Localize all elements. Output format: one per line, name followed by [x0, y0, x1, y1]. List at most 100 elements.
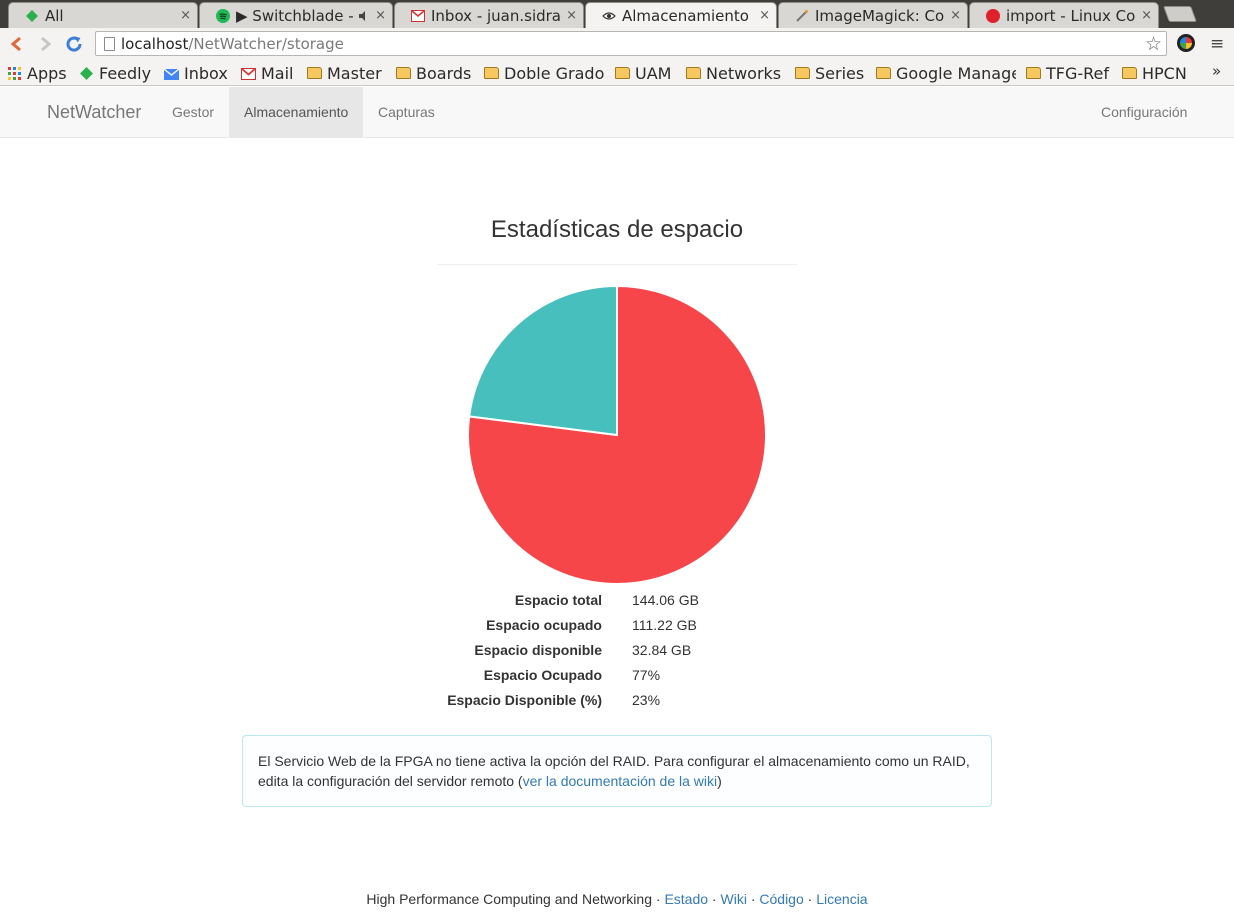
browser-tab-inbox[interactable]: Inbox - juan.sidrac × [394, 2, 584, 28]
pie-slice-espacio-disponible [468, 284, 618, 437]
nav-link-capturas[interactable]: Capturas [363, 87, 450, 137]
browser-tab-strip: All × ▶ Switchblade - × Inbox - juan.sid… [0, 0, 1234, 28]
close-icon[interactable]: × [566, 8, 577, 23]
browser-tab-spotify[interactable]: ▶ Switchblade - × [199, 2, 393, 28]
bookmark-star-icon[interactable]: ☆ [1145, 33, 1162, 56]
bookmark-mail[interactable]: Mail [241, 62, 294, 84]
bookmark-folder-master[interactable]: Master [307, 62, 382, 84]
stat-value: 111.22 GB [632, 617, 697, 633]
brand-link[interactable]: NetWatcher [47, 102, 141, 123]
feedly-icon [25, 9, 39, 23]
browser-tab-feedly[interactable]: All × [8, 2, 198, 28]
folder-icon [876, 67, 891, 79]
stat-row-ocupado-percent: Espacio Ocupado 77% [420, 663, 820, 688]
inbox-icon [164, 67, 179, 80]
bookmark-folder-tfg-ref[interactable]: TFG-Ref [1026, 62, 1109, 84]
browser-tab-imagemagick[interactable]: ImageMagick: Co × [778, 2, 968, 28]
bookmarks-overflow-button[interactable]: » [1212, 62, 1221, 80]
wand-icon [795, 9, 809, 23]
stat-value: 77% [632, 667, 661, 683]
footer: High Performance Computing and Networkin… [0, 891, 1234, 907]
stat-value: 23% [632, 692, 661, 708]
bookmark-folder-uam[interactable]: UAM [615, 62, 671, 84]
address-bar[interactable]: localhost/NetWatcher/storage ☆ [95, 31, 1167, 56]
folder-icon [307, 67, 322, 79]
folder-icon [1026, 67, 1041, 79]
apps-grid-icon [8, 66, 21, 80]
gmail-icon [241, 67, 256, 80]
browser-tab-import[interactable]: import - Linux Co × [969, 2, 1159, 28]
alert-text-end: ) [717, 773, 722, 789]
title-divider [437, 264, 797, 265]
stat-value: 144.06 GB [632, 592, 699, 608]
back-button[interactable] [4, 32, 28, 56]
app-navbar: NetWatcher Gestor Almacenamiento Captura… [0, 87, 1234, 138]
nav-link-configuracion[interactable]: Configuración [1086, 87, 1202, 137]
spotify-icon [216, 8, 230, 23]
stat-label: Espacio disponible [474, 642, 602, 658]
storage-pie-chart [467, 284, 767, 585]
bookmark-apps[interactable]: Apps [7, 62, 67, 84]
close-icon[interactable]: × [375, 8, 386, 23]
stat-label: Espacio Ocupado [483, 667, 602, 683]
footer-link-estado[interactable]: Estado [664, 891, 708, 907]
page-icon [104, 37, 115, 51]
forward-arrow-icon [41, 36, 52, 52]
bookmark-inbox[interactable]: Inbox [164, 62, 228, 84]
stat-value: 32.84 GB [632, 642, 692, 658]
url-text[interactable]: localhost/NetWatcher/storage [121, 35, 344, 53]
stat-row-disponible: Espacio disponible 32.84 GB [420, 638, 820, 663]
folder-icon [795, 67, 810, 79]
new-tab-button[interactable] [1163, 6, 1197, 22]
bookmarks-bar: Apps Feedly Inbox Mail Master Boards Dob… [0, 60, 1234, 86]
bookmark-folder-doble-grado[interactable]: Doble Grado [484, 62, 604, 84]
stat-label: Espacio ocupado [486, 617, 602, 633]
footer-separator: · [803, 891, 817, 907]
reload-button[interactable] [62, 32, 86, 56]
bookmark-folder-hpcn[interactable]: HPCN [1122, 62, 1187, 84]
close-icon[interactable]: × [1141, 8, 1152, 23]
footer-link-codigo[interactable]: Código [759, 891, 803, 907]
stat-row-total: Espacio total 144.06 GB [420, 588, 820, 613]
bookmark-folder-series[interactable]: Series [795, 62, 864, 84]
menu-icon[interactable]: ≡ [1210, 34, 1224, 54]
folder-icon [484, 67, 499, 79]
footer-text: High Performance Computing and Networkin… [366, 891, 652, 907]
stat-row-ocupado: Espacio ocupado 111.22 GB [420, 613, 820, 638]
forward-button[interactable] [34, 32, 58, 56]
reload-icon [66, 36, 82, 52]
nav-link-almacenamiento[interactable]: Almacenamiento [229, 87, 363, 137]
tab-title: Almacenamiento [622, 6, 749, 25]
wiki-docs-link[interactable]: ver la documentación de la wiki [523, 773, 718, 789]
folder-icon [615, 67, 630, 79]
footer-separator: · [708, 891, 721, 907]
speaker-icon [357, 9, 371, 23]
footer-separator: · [746, 891, 760, 907]
nav-link-gestor[interactable]: Gestor [157, 87, 229, 137]
extension-icon[interactable] [1177, 34, 1195, 52]
stats-title: Estadísticas de espacio [490, 216, 744, 243]
bookmark-feedly[interactable]: Feedly [79, 62, 151, 84]
folder-icon [396, 67, 411, 79]
record-icon [986, 8, 1000, 23]
folder-icon [686, 67, 701, 79]
close-icon[interactable]: × [180, 8, 191, 23]
eye-icon [602, 9, 616, 23]
raid-info-alert: El Servicio Web de la FPGA no tiene acti… [242, 735, 992, 807]
footer-link-wiki[interactable]: Wiki [721, 891, 747, 907]
bookmark-folder-google-manage[interactable]: Google Manage [876, 62, 1016, 84]
gmail-icon [411, 9, 425, 23]
close-icon[interactable]: × [759, 8, 770, 23]
back-arrow-icon [10, 36, 21, 52]
tab-title: All [45, 6, 64, 25]
folder-icon [1122, 67, 1137, 79]
tab-title: Inbox - juan.sidrac [431, 6, 563, 25]
stat-row-disponible-percent: Espacio Disponible (%) 23% [420, 688, 820, 713]
bookmark-folder-networks[interactable]: Networks [686, 62, 781, 84]
tab-title: ▶ Switchblade - [236, 6, 354, 25]
bookmark-folder-boards[interactable]: Boards [396, 62, 471, 84]
stat-label: Espacio Disponible (%) [447, 692, 602, 708]
browser-tab-almacenamiento[interactable]: Almacenamiento × [585, 2, 777, 28]
close-icon[interactable]: × [950, 8, 961, 23]
footer-link-licencia[interactable]: Licencia [816, 891, 867, 907]
